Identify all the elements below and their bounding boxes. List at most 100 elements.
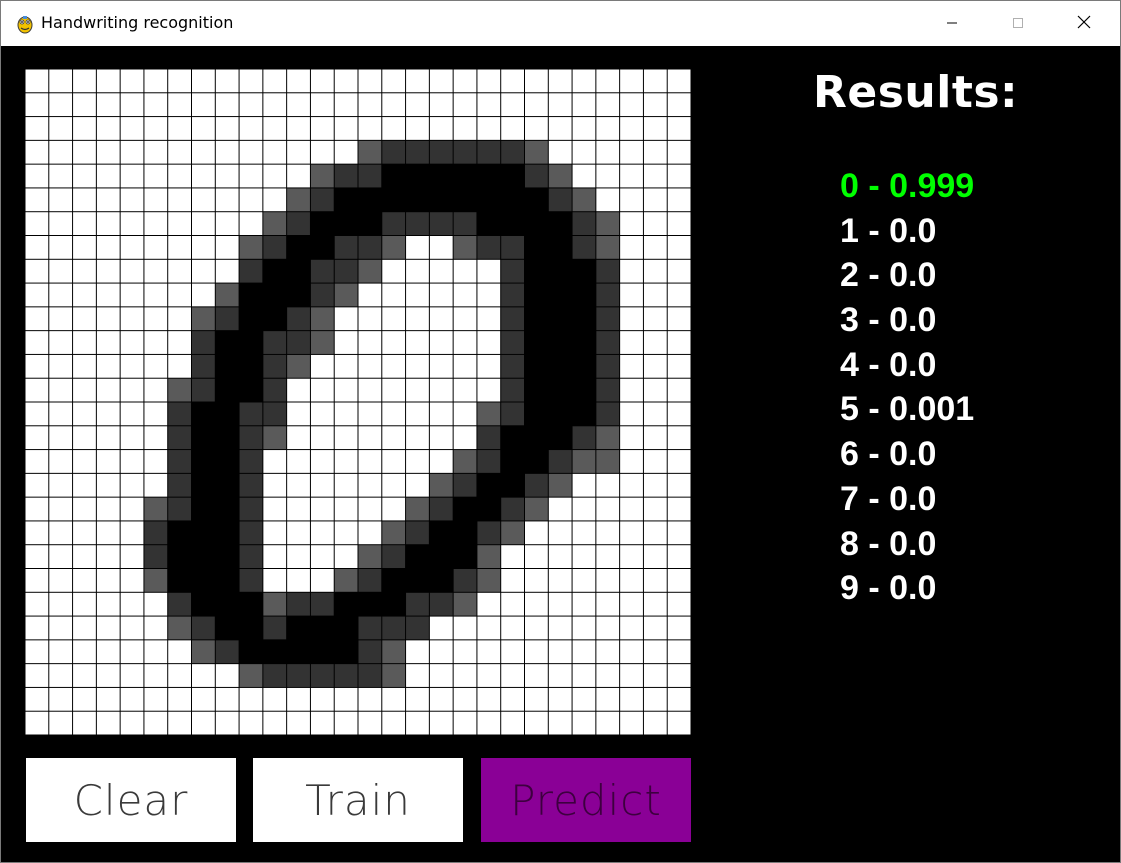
grid-cell[interactable] (477, 687, 501, 711)
grid-cell[interactable] (643, 640, 667, 664)
grid-cell[interactable] (73, 140, 96, 164)
grid-cell[interactable] (96, 521, 120, 545)
grid-cell[interactable] (239, 426, 263, 450)
grid-cell[interactable] (406, 140, 429, 164)
grid-cell[interactable] (120, 188, 144, 212)
grid-cell[interactable] (168, 402, 191, 426)
grid-cell[interactable] (120, 640, 144, 664)
grid-cell[interactable] (429, 569, 453, 592)
grid-cell[interactable] (429, 236, 453, 259)
grid-cell[interactable] (525, 354, 548, 378)
grid-cell[interactable] (49, 259, 73, 283)
grid-cell[interactable] (548, 93, 572, 117)
grid-cell[interactable] (643, 307, 667, 331)
grid-cell[interactable] (334, 164, 358, 188)
grid-cell[interactable] (263, 711, 287, 735)
grid-cell[interactable] (620, 616, 643, 640)
grid-cell[interactable] (310, 711, 334, 735)
grid-cell[interactable] (49, 616, 73, 640)
grid-cell[interactable] (96, 236, 120, 259)
drawing-grid[interactable] (25, 69, 691, 735)
grid-cell[interactable] (120, 354, 144, 378)
grid-cell[interactable] (620, 497, 643, 521)
grid-cell[interactable] (501, 711, 524, 735)
grid-cell[interactable] (215, 331, 239, 354)
grid-cell[interactable] (334, 687, 358, 711)
grid-cell[interactable] (192, 331, 215, 354)
grid-cell[interactable] (73, 450, 96, 473)
grid-cell[interactable] (215, 307, 239, 331)
grid-cell[interactable] (287, 117, 310, 140)
grid-cell[interactable] (358, 354, 382, 378)
grid-cell[interactable] (358, 93, 382, 117)
grid-cell[interactable] (596, 164, 620, 188)
grid-cell[interactable] (239, 307, 263, 331)
grid-cell[interactable] (667, 69, 691, 93)
grid-cell[interactable] (667, 331, 691, 354)
grid-cell[interactable] (358, 473, 382, 497)
grid-cell[interactable] (49, 140, 73, 164)
grid-cell[interactable] (192, 592, 215, 616)
grid-cell[interactable] (406, 711, 429, 735)
grid-cell[interactable] (525, 687, 548, 711)
grid-cell[interactable] (501, 307, 524, 331)
grid-cell[interactable] (73, 354, 96, 378)
grid-cell[interactable] (572, 236, 596, 259)
grid-cell[interactable] (501, 93, 524, 117)
grid-cell[interactable] (429, 354, 453, 378)
grid-cell[interactable] (620, 569, 643, 592)
grid-cell[interactable] (192, 473, 215, 497)
grid-cell[interactable] (572, 521, 596, 545)
grid-cell[interactable] (548, 140, 572, 164)
grid-cell[interactable] (453, 402, 477, 426)
grid-cell[interactable] (572, 212, 596, 235)
grid-cell[interactable] (358, 307, 382, 331)
grid-cell[interactable] (144, 236, 168, 259)
grid-cell[interactable] (667, 687, 691, 711)
grid-cell[interactable] (572, 354, 596, 378)
grid-cell[interactable] (643, 616, 667, 640)
grid-cell[interactable] (406, 259, 429, 283)
grid-cell[interactable] (334, 592, 358, 616)
grid-cell[interactable] (263, 117, 287, 140)
grid-cell[interactable] (572, 259, 596, 283)
grid-cell[interactable] (406, 497, 429, 521)
grid-cell[interactable] (643, 426, 667, 450)
grid-cell[interactable] (667, 521, 691, 545)
grid-cell[interactable] (96, 117, 120, 140)
grid-cell[interactable] (596, 117, 620, 140)
grid-cell[interactable] (548, 711, 572, 735)
grid-cell[interactable] (620, 164, 643, 188)
grid-cell[interactable] (120, 545, 144, 568)
grid-cell[interactable] (168, 283, 191, 307)
grid-cell[interactable] (643, 711, 667, 735)
grid-cell[interactable] (120, 164, 144, 188)
grid-cell[interactable] (643, 93, 667, 117)
grid-cell[interactable] (168, 236, 191, 259)
grid-cell[interactable] (263, 450, 287, 473)
grid-cell[interactable] (525, 164, 548, 188)
grid-cell[interactable] (120, 117, 144, 140)
grid-cell[interactable] (215, 354, 239, 378)
grid-cell[interactable] (25, 640, 49, 664)
grid-cell[interactable] (192, 640, 215, 664)
grid-cell[interactable] (310, 117, 334, 140)
grid-cell[interactable] (49, 569, 73, 592)
grid-cell[interactable] (643, 545, 667, 568)
grid-cell[interactable] (310, 354, 334, 378)
grid-cell[interactable] (501, 331, 524, 354)
grid-cell[interactable] (596, 307, 620, 331)
grid-cell[interactable] (49, 545, 73, 568)
grid-cell[interactable] (525, 117, 548, 140)
grid-cell[interactable] (263, 236, 287, 259)
grid-cell[interactable] (667, 236, 691, 259)
grid-cell[interactable] (168, 354, 191, 378)
grid-cell[interactable] (215, 236, 239, 259)
grid-cell[interactable] (620, 188, 643, 212)
grid-cell[interactable] (525, 307, 548, 331)
grid-cell[interactable] (406, 521, 429, 545)
grid-cell[interactable] (525, 93, 548, 117)
grid-cell[interactable] (287, 378, 310, 402)
grid-cell[interactable] (358, 164, 382, 188)
grid-cell[interactable] (120, 93, 144, 117)
